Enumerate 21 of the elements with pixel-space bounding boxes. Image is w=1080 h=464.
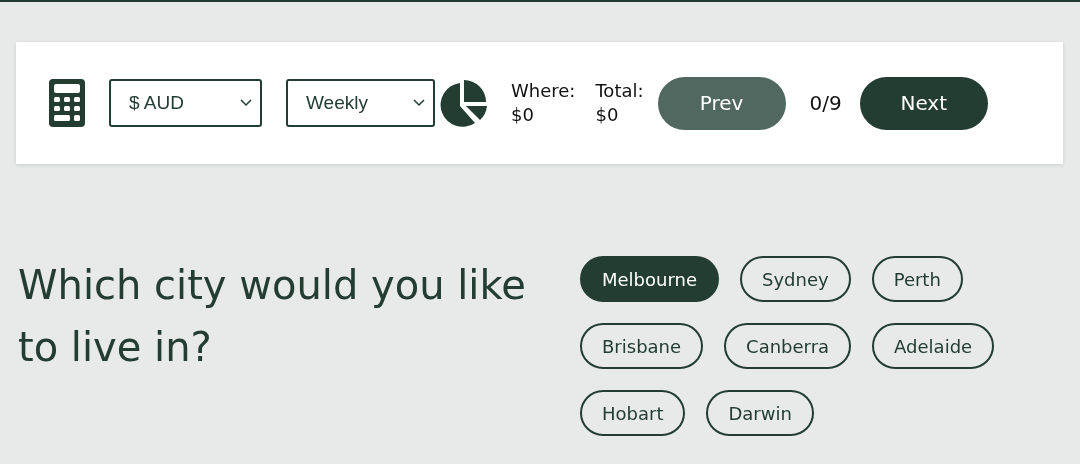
pie-chart-icon [439, 79, 489, 127]
city-option[interactable]: Hobart [580, 390, 686, 436]
stat-label: Total: [595, 79, 644, 103]
progress-counter: 0/9 [809, 91, 842, 115]
stat-value: $0 [595, 103, 620, 127]
caret-icon [240, 99, 252, 107]
caret-icon [413, 99, 425, 107]
city-option[interactable]: Melbourne [580, 256, 720, 302]
city-option[interactable]: Perth [871, 256, 963, 302]
question-heading: Which city would you like to live in? [18, 261, 527, 372]
next-button[interactable]: Next [859, 76, 988, 130]
calculator-icon [49, 79, 85, 127]
city-option[interactable]: Darwin [706, 390, 814, 436]
currency-select[interactable]: $ AUD [109, 79, 262, 127]
city-option[interactable]: Brisbane [580, 323, 704, 369]
stat-value: $0 [511, 103, 535, 127]
city-option[interactable]: Canberra [724, 323, 852, 369]
city-option[interactable]: Adelaide [872, 323, 995, 369]
frequency-select[interactable]: Weekly [286, 79, 435, 127]
city-option[interactable]: Sydney [740, 256, 851, 302]
stat-label: Where: [511, 79, 576, 103]
